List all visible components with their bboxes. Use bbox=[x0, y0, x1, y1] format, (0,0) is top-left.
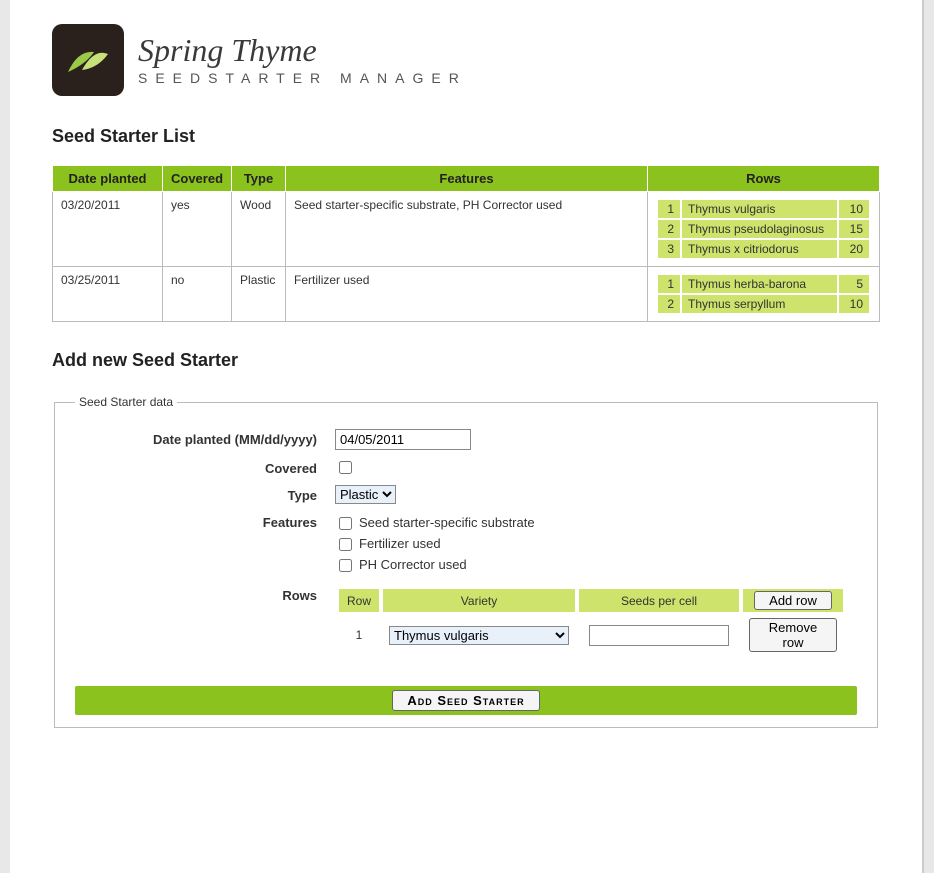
row-count: 5 bbox=[839, 275, 869, 293]
row-count: 10 bbox=[839, 200, 869, 218]
table-row: 03/25/2011noPlasticFertilizer used1Thymu… bbox=[53, 267, 880, 322]
cell-date: 03/25/2011 bbox=[53, 267, 163, 322]
logo bbox=[52, 24, 124, 96]
add-seed-starter-button[interactable]: Add Seed Starter bbox=[392, 690, 539, 711]
form-heading: Add new Seed Starter bbox=[52, 350, 880, 371]
col-type: Type bbox=[232, 166, 286, 192]
cell-date: 03/20/2011 bbox=[53, 192, 163, 267]
row-n: 1 bbox=[658, 200, 680, 218]
label-type: Type bbox=[75, 485, 335, 503]
brand-subtitle: SEEDSTARTER MANAGER bbox=[138, 70, 467, 86]
form-legend: Seed Starter data bbox=[75, 395, 177, 409]
col-features: Features bbox=[286, 166, 648, 192]
leaf-icon bbox=[64, 40, 112, 80]
row-variety: Thymus pseudolaginosus bbox=[682, 220, 837, 238]
row-n: 2 bbox=[658, 220, 680, 238]
add-row-button[interactable]: Add row bbox=[754, 591, 832, 610]
row-n: 1 bbox=[658, 275, 680, 293]
label-date: Date planted (MM/dd/yyyy) bbox=[75, 429, 335, 447]
feature-label: Seed starter-specific substrate bbox=[359, 515, 535, 530]
row-n: 2 bbox=[658, 295, 680, 313]
col-row-n: Row bbox=[339, 589, 379, 612]
col-seeds: Seeds per cell bbox=[579, 589, 739, 612]
cell-features: Seed starter-specific substrate, PH Corr… bbox=[286, 192, 648, 267]
list-heading: Seed Starter List bbox=[52, 126, 880, 147]
label-rows: Rows bbox=[75, 585, 335, 603]
col-covered: Covered bbox=[163, 166, 232, 192]
col-variety: Variety bbox=[383, 589, 575, 612]
covered-checkbox[interactable] bbox=[339, 461, 352, 474]
feature-label: Fertilizer used bbox=[359, 536, 441, 551]
cell-type: Wood bbox=[232, 192, 286, 267]
date-input[interactable] bbox=[335, 429, 471, 450]
feature-checkbox[interactable] bbox=[339, 538, 352, 551]
cell-type: Plastic bbox=[232, 267, 286, 322]
form-fieldset: Seed Starter data Date planted (MM/dd/yy… bbox=[54, 395, 878, 728]
seeds-input[interactable] bbox=[589, 625, 729, 646]
cell-features: Fertilizer used bbox=[286, 267, 648, 322]
feature-checkbox[interactable] bbox=[339, 517, 352, 530]
row-variety: Thymus vulgaris bbox=[682, 200, 837, 218]
feature-checkbox[interactable] bbox=[339, 559, 352, 572]
form-row-n: 1 bbox=[339, 616, 379, 654]
cell-covered: yes bbox=[163, 192, 232, 267]
rows-form-table: Row Variety Seeds per cell Add row 1 Thym… bbox=[335, 585, 847, 658]
type-select[interactable]: Plastic bbox=[335, 485, 396, 504]
cell-rows: 1Thymus herba-barona5 2Thymus serpyllum10 bbox=[648, 267, 880, 322]
feature-label: PH Corrector used bbox=[359, 557, 467, 572]
col-rows: Rows bbox=[648, 166, 880, 192]
seed-starter-table: Date planted Covered Type Features Rows … bbox=[52, 165, 880, 322]
remove-row-button[interactable]: Remove row bbox=[749, 618, 837, 652]
label-features: Features bbox=[75, 512, 335, 530]
row-count: 10 bbox=[839, 295, 869, 313]
row-count: 20 bbox=[839, 240, 869, 258]
row-count: 15 bbox=[839, 220, 869, 238]
row-variety: Thymus serpyllum bbox=[682, 295, 837, 313]
cell-covered: no bbox=[163, 267, 232, 322]
row-variety: Thymus herba-barona bbox=[682, 275, 837, 293]
table-row: 03/20/2011yesWoodSeed starter-specific s… bbox=[53, 192, 880, 267]
submit-bar: Add Seed Starter bbox=[75, 686, 857, 715]
row-variety: Thymus x citriodorus bbox=[682, 240, 837, 258]
brand-title: Spring Thyme bbox=[138, 34, 467, 66]
row-n: 3 bbox=[658, 240, 680, 258]
form-row-item: 1 Thymus vulgaris Remove row bbox=[339, 616, 843, 654]
col-date: Date planted bbox=[53, 166, 163, 192]
label-covered: Covered bbox=[75, 458, 335, 476]
variety-select[interactable]: Thymus vulgaris bbox=[389, 626, 569, 645]
cell-rows: 1Thymus vulgaris10 2Thymus pseudolaginosu… bbox=[648, 192, 880, 267]
